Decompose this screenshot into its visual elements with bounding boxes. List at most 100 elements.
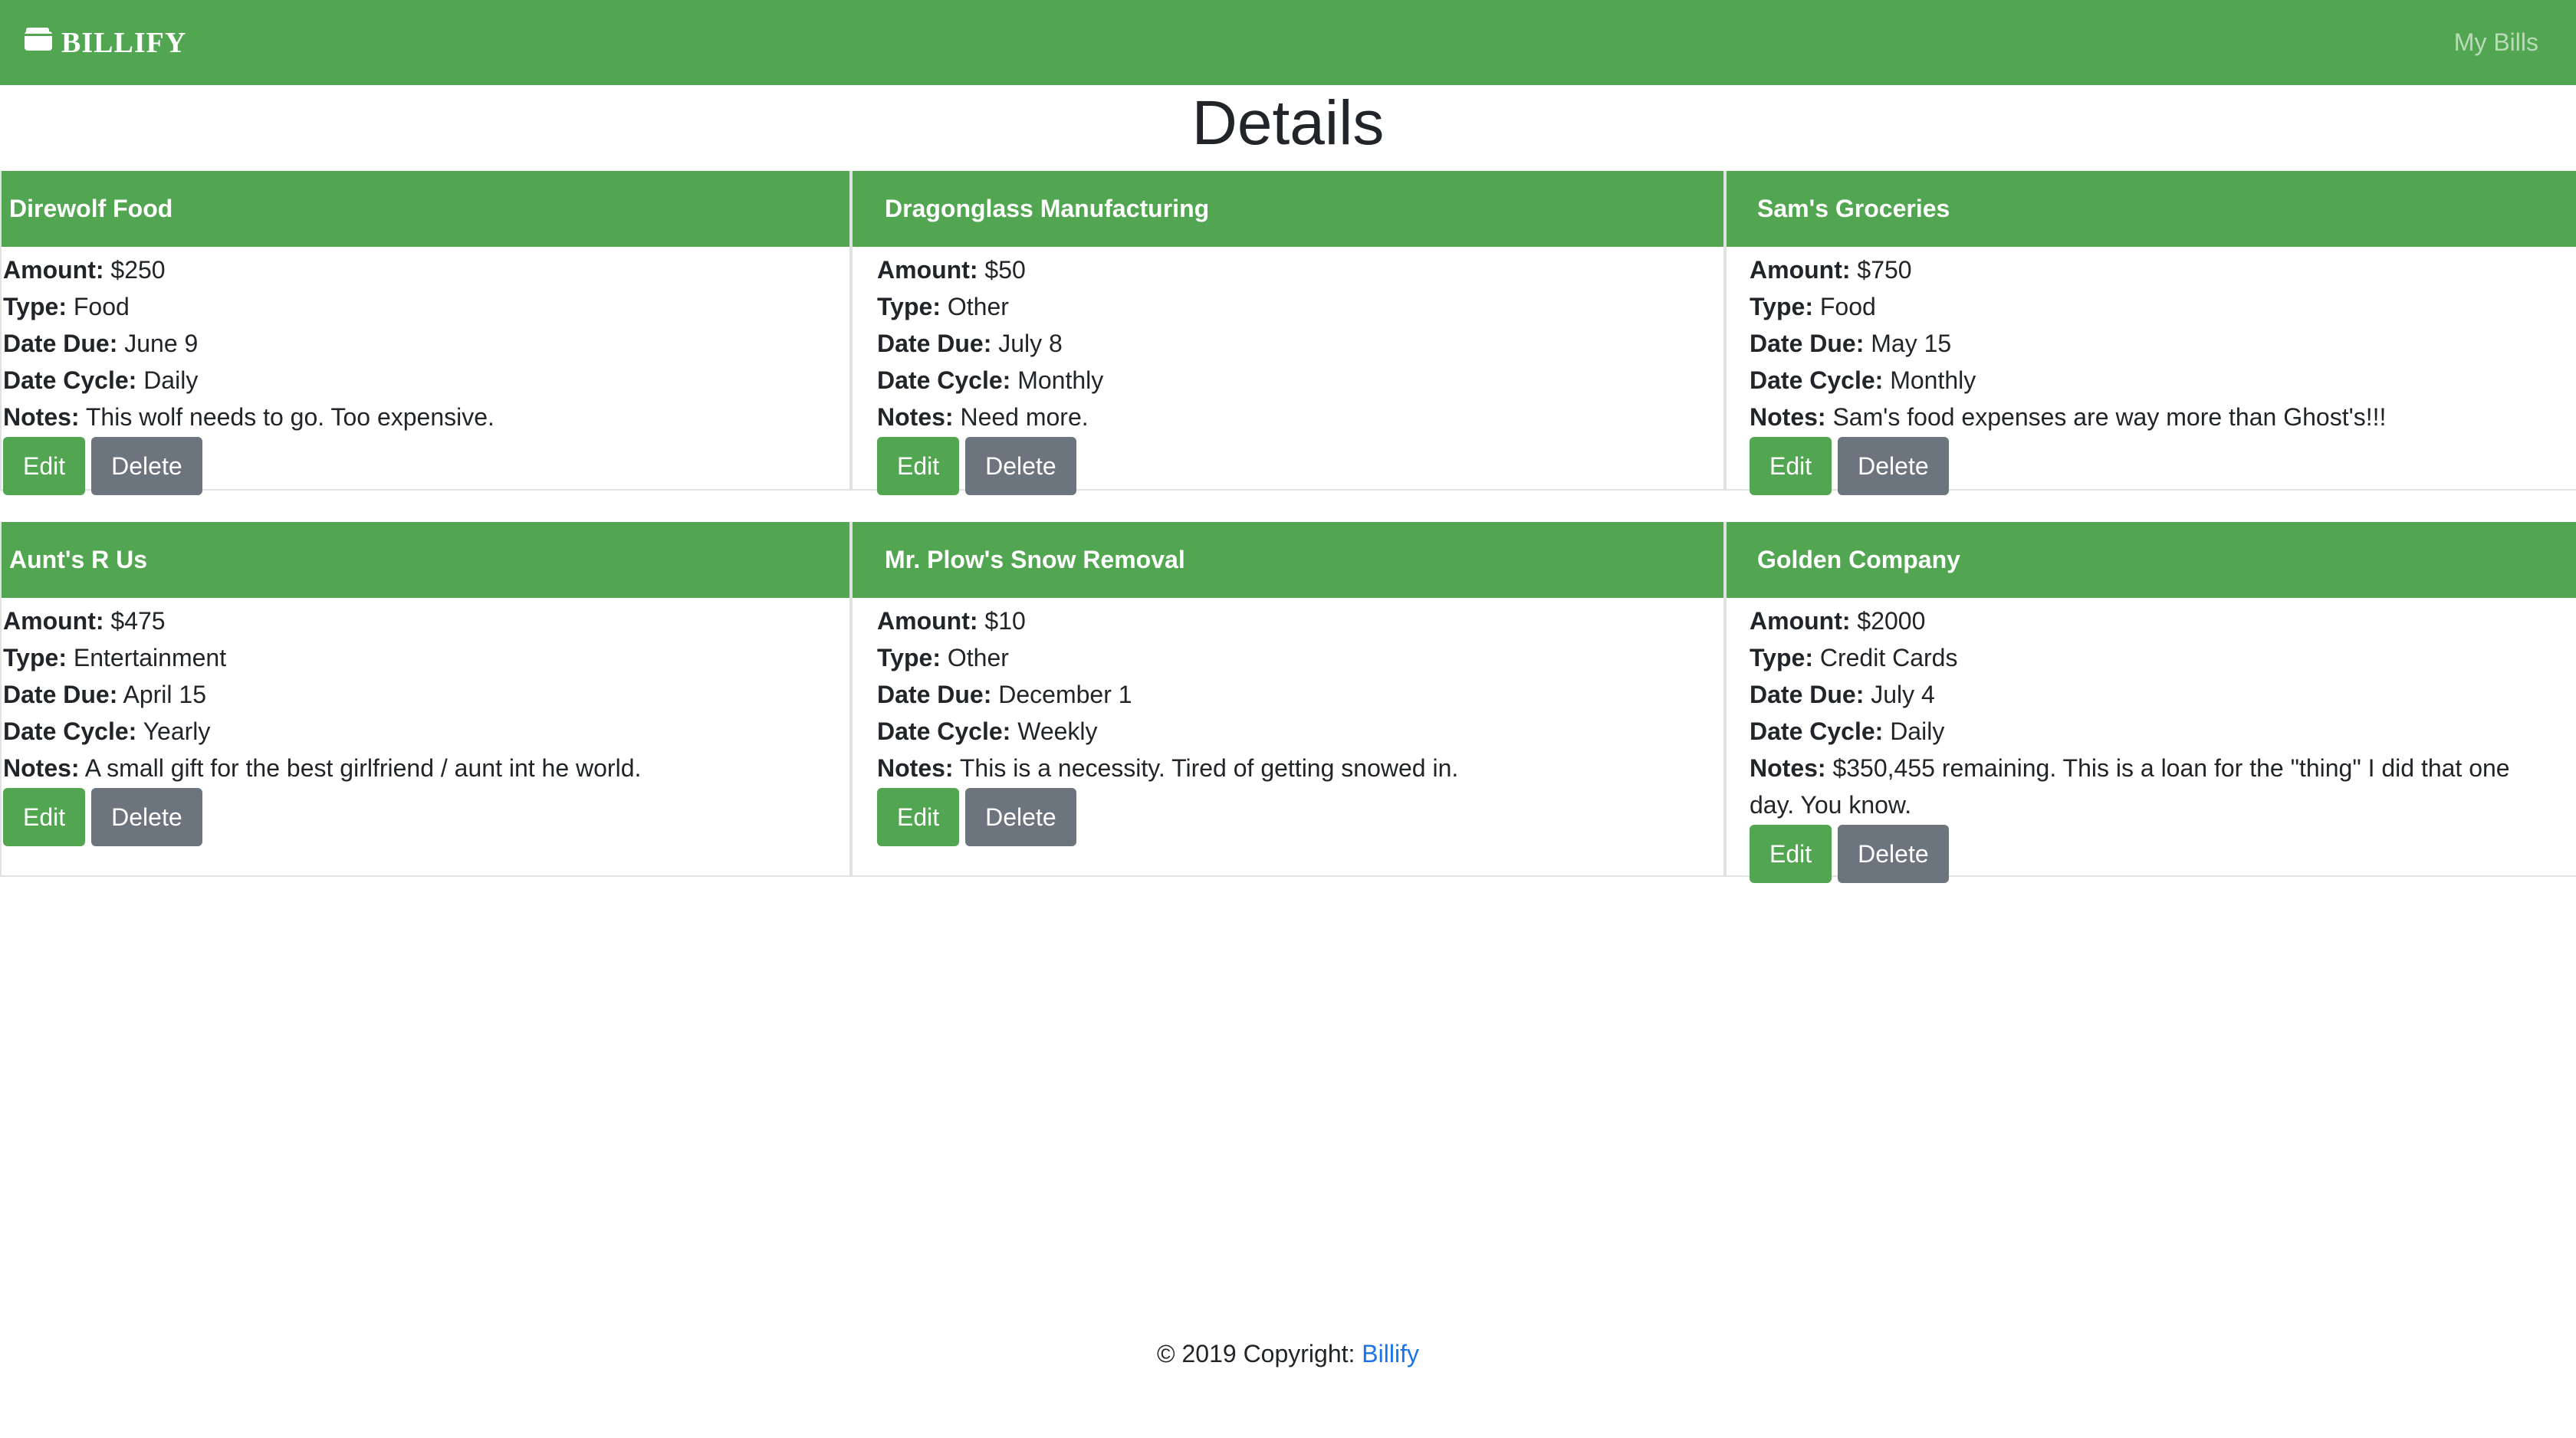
date-cycle-value: Yearly <box>143 717 211 745</box>
type-label: Type: <box>3 293 67 320</box>
card-actions: Edit Delete <box>1750 437 2576 495</box>
amount-value: $475 <box>110 607 166 635</box>
date-cycle-label: Date Cycle: <box>877 717 1011 745</box>
amount-value: $10 <box>984 607 1026 635</box>
type-label: Type: <box>877 293 941 320</box>
brand-name: BILLIFY <box>61 26 187 59</box>
edit-button[interactable]: Edit <box>877 788 960 846</box>
bill-card-body: Amount: $2000 Type: Credit Cards Date Du… <box>1727 598 2576 883</box>
notes-label: Notes: <box>1750 754 1826 782</box>
date-cycle-label: Date Cycle: <box>877 366 1011 394</box>
card-actions: Edit Delete <box>877 788 1723 846</box>
type-row: Type: Other <box>877 288 1723 325</box>
type-value: Other <box>947 293 1009 320</box>
amount-value: $250 <box>110 256 166 284</box>
date-cycle-label: Date Cycle: <box>1750 717 1884 745</box>
date-cycle-row: Date Cycle: Monthly <box>877 362 1723 399</box>
date-due-row: Date Due: April 15 <box>3 676 849 713</box>
amount-value: $2000 <box>1857 607 1926 635</box>
edit-button[interactable]: Edit <box>3 437 86 495</box>
type-value: Entertainment <box>73 644 227 671</box>
footer: © 2019 Copyright: Billify <box>0 1340 2576 1368</box>
notes-row: Notes: This wolf needs to go. Too expens… <box>3 399 849 435</box>
type-label: Type: <box>877 644 941 671</box>
amount-label: Amount: <box>877 607 978 635</box>
date-due-row: Date Due: May 15 <box>1750 325 2576 362</box>
type-value: Other <box>947 644 1009 671</box>
date-due-label: Date Due: <box>1750 681 1865 708</box>
brand[interactable]: BILLIFY <box>23 26 186 60</box>
delete-button[interactable]: Delete <box>91 437 202 495</box>
bill-card-body: Amount: $10 Type: Other Date Due: Decemb… <box>853 598 1723 846</box>
notes-row: Notes: Sam's food expenses are way more … <box>1750 399 2576 435</box>
notes-value: $350,455 remaining. This is a loan for t… <box>1750 754 2510 819</box>
date-cycle-row: Date Cycle: Weekly <box>877 713 1723 750</box>
date-cycle-label: Date Cycle: <box>3 717 137 745</box>
amount-row: Amount: $50 <box>877 251 1723 288</box>
type-row: Type: Credit Cards <box>1750 639 2576 676</box>
edit-button[interactable]: Edit <box>1750 825 1832 883</box>
bill-card: Sam's Groceries Amount: $750 Type: Food … <box>1725 171 2576 495</box>
delete-button[interactable]: Delete <box>1838 437 1949 495</box>
bill-card-body: Amount: $750 Type: Food Date Due: May 15… <box>1727 247 2576 495</box>
date-due-value: December 1 <box>998 681 1132 708</box>
footer-copyright: © 2019 Copyright: <box>1157 1340 1362 1367</box>
bill-card-body: Amount: $475 Type: Entertainment Date Du… <box>2 598 849 846</box>
amount-label: Amount: <box>1750 256 1851 284</box>
notes-label: Notes: <box>3 403 80 431</box>
date-due-label: Date Due: <box>877 681 992 708</box>
bill-card-body: Amount: $50 Type: Other Date Due: July 8… <box>853 247 1723 495</box>
type-label: Type: <box>1750 644 1813 671</box>
footer-link[interactable]: Billify <box>1362 1340 1419 1367</box>
type-row: Type: Entertainment <box>3 639 849 676</box>
date-due-label: Date Due: <box>3 681 118 708</box>
edit-button[interactable]: Edit <box>3 788 86 846</box>
wallet-icon <box>23 26 61 60</box>
bill-card: Mr. Plow's Snow Removal Amount: $10 Type… <box>851 522 1725 877</box>
bill-card: Golden Company Amount: $2000 Type: Credi… <box>1725 522 2576 883</box>
delete-button[interactable]: Delete <box>965 437 1076 495</box>
date-cycle-row: Date Cycle: Daily <box>3 362 849 399</box>
date-cycle-value: Daily <box>1890 717 1945 745</box>
card-actions: Edit Delete <box>3 788 849 846</box>
notes-label: Notes: <box>1750 403 1826 431</box>
date-cycle-label: Date Cycle: <box>1750 366 1884 394</box>
amount-row: Amount: $475 <box>3 602 849 639</box>
date-due-value: July 8 <box>998 330 1063 357</box>
delete-button[interactable]: Delete <box>1838 825 1949 883</box>
amount-row: Amount: $2000 <box>1750 602 2576 639</box>
amount-value: $50 <box>984 256 1026 284</box>
notes-value: This is a necessity. Tired of getting sn… <box>959 754 1459 782</box>
amount-label: Amount: <box>3 607 104 635</box>
bill-card: Aunt's R Us Amount: $475 Type: Entertain… <box>0 522 851 877</box>
nav-link-my-bills[interactable]: My Bills <box>2454 28 2538 57</box>
notes-label: Notes: <box>3 754 80 782</box>
type-row: Type: Food <box>3 288 849 325</box>
edit-button[interactable]: Edit <box>877 437 960 495</box>
card-actions: Edit Delete <box>877 437 1723 495</box>
amount-row: Amount: $750 <box>1750 251 2576 288</box>
date-due-label: Date Due: <box>877 330 992 357</box>
date-due-value: May 15 <box>1871 330 1952 357</box>
date-due-row: Date Due: June 9 <box>3 325 849 362</box>
edit-button[interactable]: Edit <box>1750 437 1832 495</box>
bill-card-title: Dragonglass Manufacturing <box>853 171 1723 247</box>
card-actions: Edit Delete <box>1750 825 2576 883</box>
delete-button[interactable]: Delete <box>965 788 1076 846</box>
bill-card-title: Sam's Groceries <box>1727 171 2576 247</box>
notes-value: Sam's food expenses are way more than Gh… <box>1832 403 2387 431</box>
date-cycle-value: Weekly <box>1017 717 1098 745</box>
type-value: Credit Cards <box>1819 644 1958 671</box>
notes-label: Notes: <box>877 403 954 431</box>
type-value: Food <box>73 293 130 320</box>
bill-card-title: Direwolf Food <box>2 171 849 247</box>
date-due-row: Date Due: July 8 <box>877 325 1723 362</box>
card-actions: Edit Delete <box>3 437 849 495</box>
delete-button[interactable]: Delete <box>91 788 202 846</box>
type-label: Type: <box>3 644 67 671</box>
date-due-row: Date Due: December 1 <box>877 676 1723 713</box>
notes-value: A small gift for the best girlfriend / a… <box>84 754 642 782</box>
notes-value: Need more. <box>960 403 1089 431</box>
date-cycle-label: Date Cycle: <box>3 366 137 394</box>
date-cycle-value: Monthly <box>1017 366 1104 394</box>
